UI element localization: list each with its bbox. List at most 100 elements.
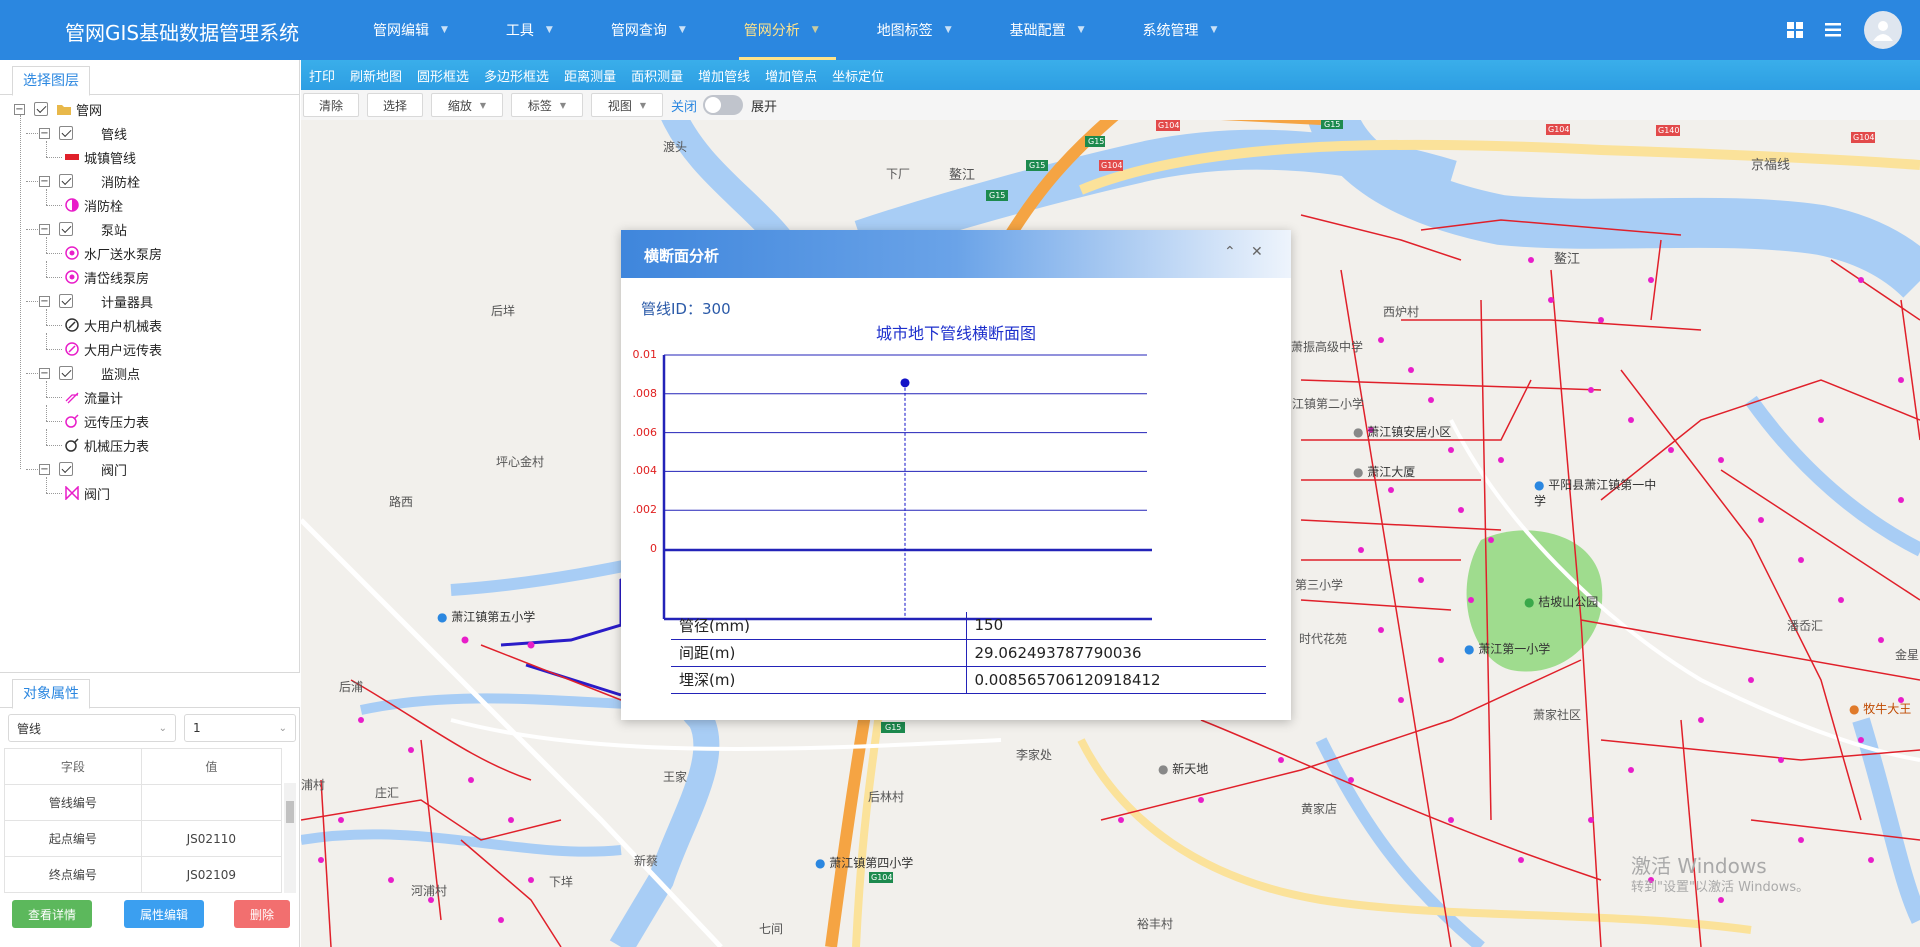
map-label: 萧振高级中学 [1291,340,1364,354]
attr-scrollbar[interactable] [284,783,296,893]
tree-connector [46,325,62,326]
tree-leaf[interactable]: 大用户机械表 [64,313,162,337]
tool-add-node[interactable]: 增加管点 [765,66,817,85]
chevron-down-icon: ▼ [678,25,686,35]
map-label: 庄汇 [375,786,400,800]
tree-group[interactable]: − 计量器具 [39,289,153,313]
tree-root[interactable]: − 管网 [14,97,102,121]
tab-object-attributes[interactable]: 对象属性 [12,679,90,709]
table-row: 管径(mm) 150 [671,612,1266,640]
edit-attributes-button[interactable]: 属性编辑 [124,900,204,928]
chevron-down-icon: ▼ [639,100,647,110]
tree-leaf[interactable]: 大用户远传表 [64,337,162,361]
tree-leaf[interactable]: 清岱线泵房 [64,265,149,289]
expand-toggle[interactable] [703,95,744,115]
label-dropdown[interactable]: 标签 ▼ [511,93,583,117]
scrollbar-thumb[interactable] [286,801,294,823]
tree-leaf[interactable]: 流量计 [64,385,123,409]
layer-checkbox[interactable] [59,126,73,140]
select-button[interactable]: 选择 [367,93,423,117]
collapse-toggle-icon[interactable]: − [39,295,50,307]
collapse-toggle-icon[interactable]: − [39,175,50,187]
nav-tools[interactable]: 工具 ▼ [483,0,588,60]
nav-pipe-query[interactable]: 管网查询 ▼ [588,0,721,60]
tree-leaf[interactable]: 消防栓 [64,193,123,217]
view-details-button[interactable]: 查看详情 [12,900,92,928]
user-avatar-icon[interactable] [1864,11,1902,49]
table-row: 间距(m) 29.062493787790036 [671,639,1266,667]
map-poi: ● 牧牛大王 [1849,702,1912,716]
location-pin-icon: ● [1158,762,1173,776]
tree-label: 水厂送水泵房 [84,247,163,263]
tree-group[interactable]: − 泵站 [39,217,127,241]
tree-leaf[interactable]: 远传压力表 [64,409,149,433]
location-pin-icon: ● [437,610,452,624]
nav-system-admin[interactable]: 系统管理 ▼ [1120,0,1253,60]
nav-base-config[interactable]: 基础配置 ▼ [987,0,1120,60]
flowmeter-icon [64,389,80,405]
layer-select[interactable]: 管线 ⌄ [8,714,176,742]
tree-label: 阀门 [84,487,111,503]
tree-leaf[interactable]: 城镇管线 [64,145,136,169]
collapse-toggle-icon[interactable]: − [39,127,50,139]
nav-pipe-edit[interactable]: 管网编辑 ▼ [350,0,483,60]
table-row[interactable]: 终点编号 JS02109 [4,856,283,893]
collapse-toggle-icon[interactable]: − [39,223,50,235]
layer-checkbox[interactable] [59,294,73,308]
dialog-header[interactable]: 横断面分析 ⌃ ✕ [621,230,1291,278]
table-row[interactable]: 起点编号 JS02110 [4,820,283,857]
chevron-down-icon: ▼ [479,100,487,110]
layer-checkbox[interactable] [59,366,73,380]
tree-leaf[interactable]: 阀门 [64,481,110,505]
nav-map-label[interactable]: 地图标签 ▼ [854,0,987,60]
zoom-dropdown[interactable]: 缩放 ▼ [431,93,503,117]
y-tick-label: .008 [632,386,658,400]
tool-add-pipe[interactable]: 增加管线 [698,66,750,85]
close-icon[interactable]: ✕ [1251,244,1263,260]
tree-label: 泵站 [101,223,128,239]
menu-icon[interactable] [1814,0,1852,60]
tree-group[interactable]: − 消防栓 [39,169,140,193]
index-select[interactable]: 1 ⌄ [184,714,296,742]
map-label: 第三小学 [1295,578,1344,592]
tool-area-measure[interactable]: 面积测量 [631,66,683,85]
col-field: 字段 [4,748,142,785]
tree-connector [46,429,47,445]
tree-label: 大用户机械表 [84,319,163,335]
tab-select-layer[interactable]: 选择图层 [12,66,90,96]
tree-label: 城镇管线 [84,151,137,167]
header-icons [1776,0,1920,60]
tool-distance-measure[interactable]: 距离测量 [564,66,616,85]
view-dropdown[interactable]: 视图 ▼ [591,93,663,117]
layer-checkbox[interactable] [59,462,73,476]
tool-refresh-map[interactable]: 刷新地图 [350,66,402,85]
tool-circle-select[interactable]: 圆形框选 [417,66,469,85]
collapse-toggle-icon[interactable]: − [39,463,50,475]
table-row: 埋深(m) 0.008565706120918412 [671,666,1266,694]
tool-print[interactable]: 打印 [309,66,335,85]
collapse-toggle-icon[interactable]: − [39,367,50,379]
tree-leaf[interactable]: 机械压力表 [64,433,149,457]
clear-button[interactable]: 清除 [303,93,359,117]
road-shield: G104 [1158,121,1180,130]
layer-checkbox[interactable] [59,174,73,188]
tree-leaf[interactable]: 水厂送水泵房 [64,241,162,265]
tree-group[interactable]: − 管线 [39,121,127,145]
tree-label: 大用户远传表 [84,343,163,359]
layer-checkbox[interactable] [59,222,73,236]
road-shield: G15 [989,191,1006,200]
tool-polygon-select[interactable]: 多边形框选 [484,66,549,85]
collapse-icon[interactable]: ⌃ [1224,244,1236,260]
collapse-toggle-icon[interactable]: − [14,103,25,115]
tool-coordinate-locate[interactable]: 坐标定位 [832,66,884,85]
delete-button[interactable]: 删除 [234,900,290,928]
grid-apps-icon[interactable] [1776,0,1814,60]
tree-connector [26,301,38,302]
tree-group[interactable]: − 监测点 [39,361,140,385]
tree-group[interactable]: − 阀门 [39,457,127,481]
table-row[interactable]: 管线编号 [4,784,283,821]
tree-connector [46,309,47,325]
map-poi: ● 新天地 [1158,762,1209,776]
layer-checkbox[interactable] [34,102,48,116]
nav-pipe-analysis[interactable]: 管网分析 ▼ [721,0,854,60]
